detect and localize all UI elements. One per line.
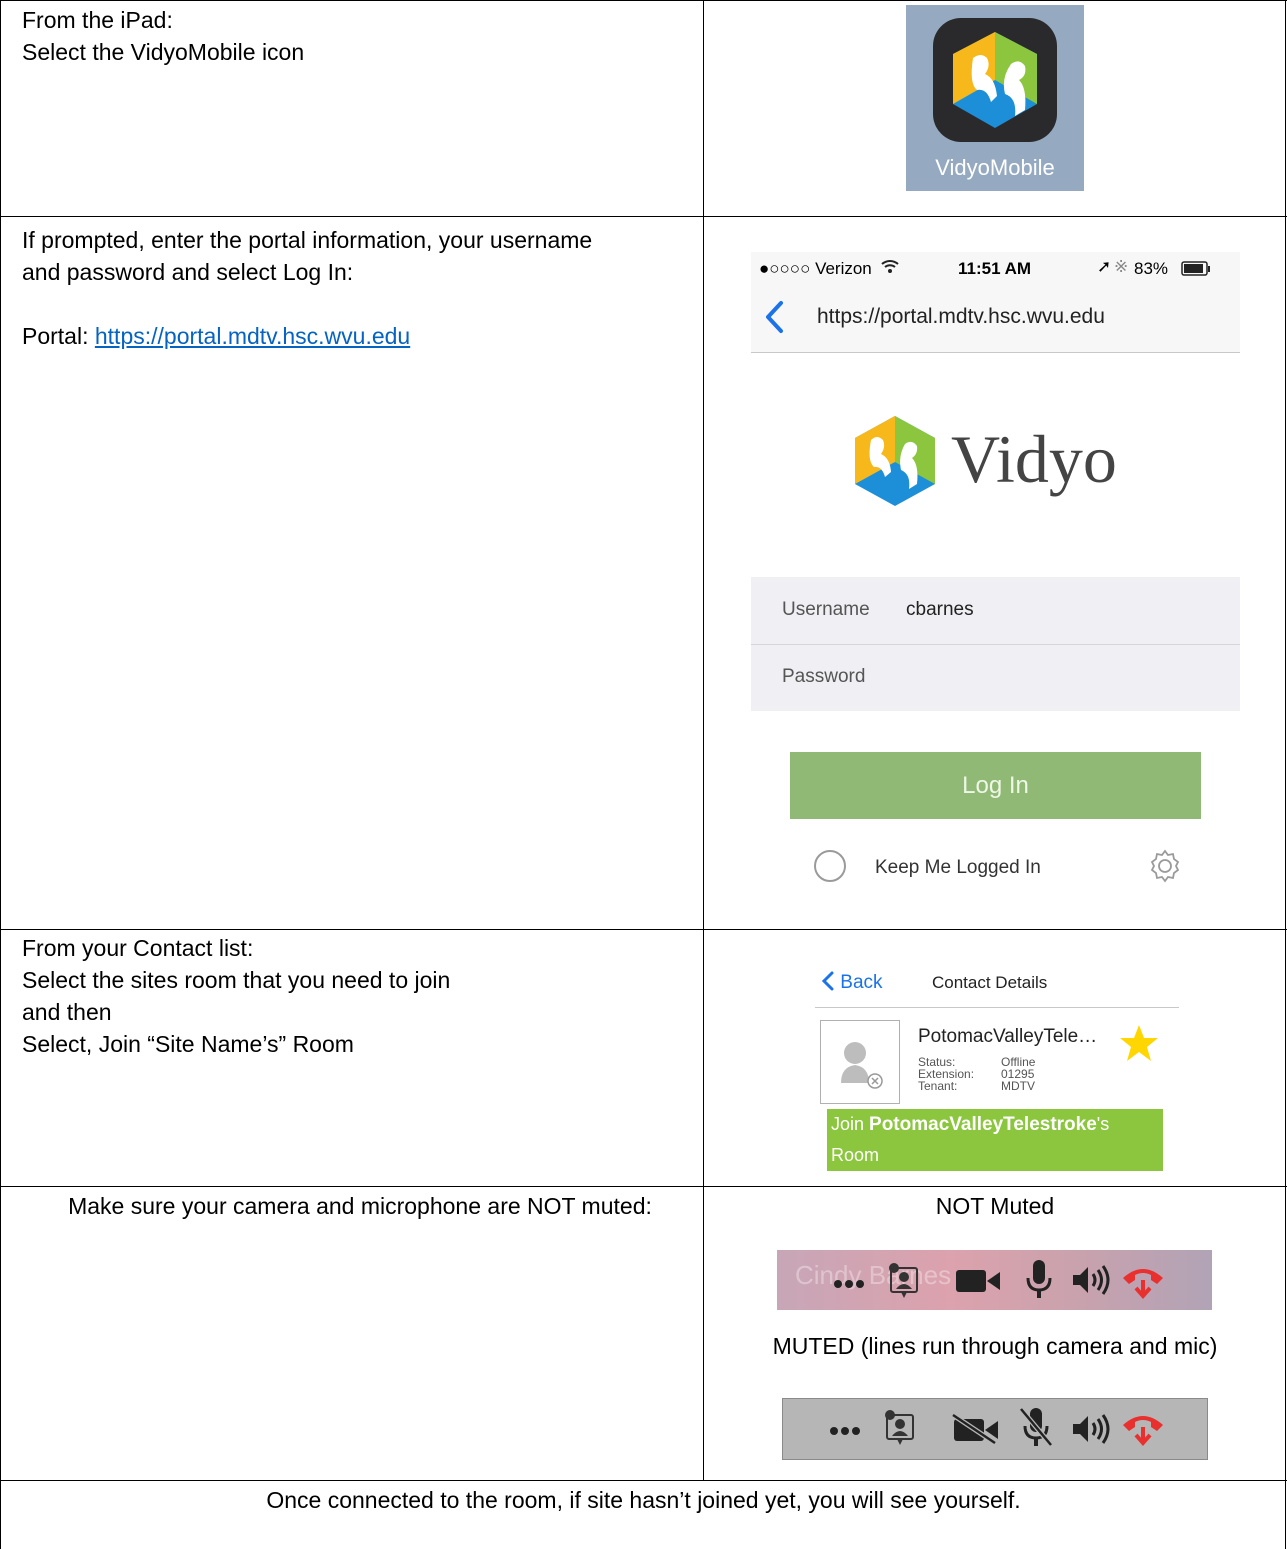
join-suffix: 's: [1096, 1114, 1110, 1134]
speaker-icon[interactable]: [1071, 1264, 1111, 1301]
vidyo-logo: Vidyo: [847, 412, 1167, 512]
row-divider-3: [0, 1186, 1287, 1187]
row3-instructions: From your Contact list: Select the sites…: [22, 932, 692, 1060]
password-label: Password: [782, 666, 866, 687]
contact-details-screen: Back Contact Details PotomacValleyTele… …: [815, 963, 1181, 1173]
ghost-participant-name: Cindy Barnes: [795, 1260, 952, 1290]
hang-up-icon[interactable]: [1119, 1407, 1167, 1456]
bluetooth-icon: ※: [1114, 257, 1129, 276]
contact-details-title: Contact Details: [932, 973, 1048, 992]
row5-instructions: Once connected to the room, if site hasn…: [266, 1487, 1021, 1513]
tenant-value: MDTV: [1001, 1079, 1035, 1093]
join-room-button[interactable]: Join PotomacValleyTelestroke's Room: [827, 1109, 1163, 1171]
status-time: 11:51 AM: [958, 259, 1032, 278]
keep-logged-in-label: Keep Me Logged In: [875, 857, 1041, 878]
microphone-muted-icon[interactable]: [1017, 1405, 1055, 1456]
table-column-divider: [703, 0, 704, 1480]
hang-up-icon[interactable]: [1119, 1260, 1167, 1309]
keep-logged-in-radio[interactable]: [814, 850, 846, 882]
camera-muted-icon[interactable]: [951, 1412, 999, 1450]
more-options-icon[interactable]: [833, 1276, 865, 1294]
back-chevron-icon: [821, 971, 834, 991]
tenant-label: Tenant:: [918, 1079, 958, 1093]
camera-icon[interactable]: [955, 1268, 1001, 1299]
join-room-word: Room: [831, 1145, 880, 1165]
microphone-icon[interactable]: [1025, 1258, 1053, 1307]
wifi-icon: [881, 258, 899, 279]
favorite-star-icon[interactable]: [1118, 1023, 1160, 1068]
offline-user-icon: [841, 1042, 883, 1089]
call-toolbar-muted: [782, 1398, 1208, 1460]
not-muted-label: NOT Muted: [935, 1193, 1055, 1219]
back-label: Back: [840, 972, 883, 993]
log-in-button[interactable]: Log In: [790, 752, 1201, 819]
username-field[interactable]: Username cbarnes: [751, 577, 1240, 645]
join-prefix: Join: [831, 1114, 870, 1134]
muted-label: MUTED (lines run through camera and mic): [772, 1333, 1218, 1359]
header-divider: [815, 1007, 1179, 1008]
row3-line2: Select the sites room that you need to j…: [22, 967, 451, 993]
avatar: [820, 1020, 900, 1104]
browser-nav-bar: https://portal.mdtv.hsc.wvu.edu: [751, 286, 1240, 353]
portal-line: Portal: https://portal.mdtv.hsc.wvu.edu: [22, 320, 622, 352]
ios-login-screen: ●○○○○ Verizon 11:51 AM ➚ ※ 83% https://p…: [751, 252, 1240, 904]
battery-percent: 83%: [1134, 259, 1169, 278]
username-value: cbarnes: [906, 599, 974, 620]
gear-icon[interactable]: [1147, 848, 1183, 889]
table-border-right: [1285, 0, 1286, 1549]
table-border-left: [0, 0, 1, 1549]
row1-line1: From the iPad:: [22, 7, 173, 33]
row-divider-2: [0, 929, 1287, 930]
row1-line2: Select the VidyoMobile icon: [22, 39, 305, 65]
vidyo-logo-mark-icon: [855, 416, 935, 506]
row-divider-1: [0, 216, 1287, 217]
row3-line3: and then: [22, 999, 112, 1025]
participants-icon[interactable]: [887, 1262, 921, 1305]
back-button[interactable]: Back: [821, 971, 883, 994]
join-room-name: PotomacValleyTelestroke: [869, 1114, 1097, 1135]
vidyomobile-app-icon[interactable]: VidyoMobile: [906, 5, 1084, 191]
login-form: Username cbarnes Password: [751, 577, 1240, 711]
ios-status-bar: ●○○○○ Verizon 11:51 AM ➚ ※ 83%: [751, 252, 1240, 286]
row3-line1: From your Contact list:: [22, 935, 254, 961]
row4-instructions: Make sure your camera and microphone are…: [68, 1193, 652, 1219]
back-chevron-icon[interactable]: [763, 300, 785, 339]
participants-icon[interactable]: [883, 1409, 917, 1452]
vidyo-wordmark: Vidyo: [951, 421, 1117, 497]
table-border-top: [0, 0, 1287, 1]
portal-label: Portal:: [22, 323, 95, 349]
row3-line4: Select, Join “Site Name’s” Room: [22, 1031, 354, 1057]
row1-instructions: From the iPad: Select the VidyoMobile ic…: [22, 4, 692, 68]
battery-icon: [1181, 261, 1211, 282]
row2-instructions: If prompted, enter the portal informatio…: [22, 224, 622, 352]
location-icon: ➚: [1097, 257, 1112, 276]
more-options-icon[interactable]: [829, 1423, 861, 1441]
username-label: Username: [782, 599, 870, 620]
portal-link[interactable]: https://portal.mdtv.hsc.wvu.edu: [95, 323, 410, 349]
vidyo-logo-icon: [933, 18, 1057, 142]
portal-url: https://portal.mdtv.hsc.wvu.edu: [817, 305, 1105, 328]
speaker-icon[interactable]: [1071, 1413, 1111, 1450]
contact-name: PotomacValleyTele…: [918, 1026, 1098, 1047]
password-field[interactable]: Password: [751, 644, 1240, 711]
row-divider-4: [0, 1480, 1287, 1481]
call-toolbar-not-muted: Cindy Barnes: [777, 1250, 1212, 1310]
row2-text: If prompted, enter the portal informatio…: [22, 227, 593, 285]
carrier-signal: ●○○○○ Verizon: [759, 259, 872, 278]
app-icon-label: VidyoMobile: [935, 155, 1055, 180]
